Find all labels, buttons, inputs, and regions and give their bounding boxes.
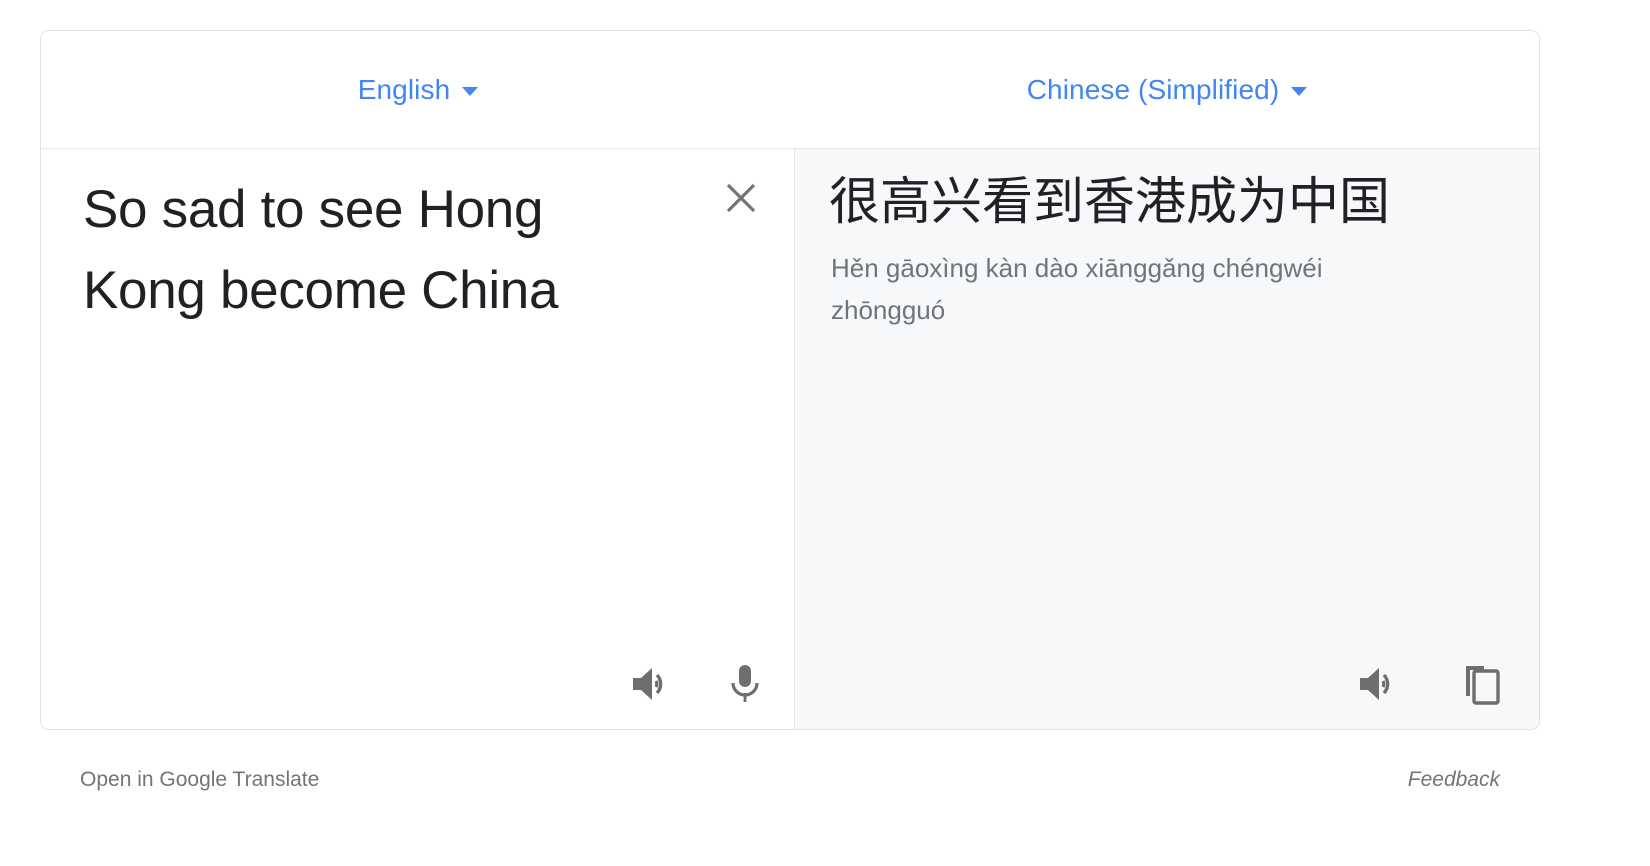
speaker-icon: [633, 668, 663, 700]
microphone-button[interactable]: [722, 661, 768, 707]
target-panel-actions: [1355, 661, 1505, 707]
microphone-icon: [731, 665, 759, 702]
source-language-label: English: [357, 73, 451, 105]
open-in-google-translate-link[interactable]: Open in Google Translate: [80, 767, 319, 793]
source-panel: So sad to see Hong Kong become China: [41, 149, 795, 729]
source-text-input[interactable]: So sad to see Hong Kong become China: [83, 169, 663, 331]
copy-translation-button[interactable]: [1459, 661, 1505, 707]
chevron-down-icon: [462, 87, 479, 96]
translation-panels: So sad to see Hong Kong become China 很高兴…: [41, 149, 1539, 729]
target-language-label: Chinese (Simplified): [1026, 73, 1280, 105]
target-language-select[interactable]: Chinese (Simplified): [1026, 73, 1308, 105]
target-listen-button[interactable]: [1355, 661, 1401, 707]
copy-icon: [1466, 666, 1500, 705]
pronunciation-text: Hěn gāoxìng kàn dào xiānggǎng chéngwéi z…: [831, 253, 1323, 325]
translated-text: 很高兴看到香港成为中国: [829, 173, 1391, 230]
translate-card: English Chinese (Simplified) So sad to s…: [40, 30, 1540, 730]
source-listen-button[interactable]: [628, 661, 674, 707]
source-panel-actions: [628, 661, 768, 707]
translate-widget-page: English Chinese (Simplified) So sad to s…: [0, 0, 1650, 866]
target-language-cell: Chinese (Simplified): [795, 31, 1539, 148]
chevron-down-icon: [1291, 87, 1308, 96]
card-footer: Open in Google Translate Feedback: [40, 760, 1540, 800]
source-language-cell: English: [41, 31, 795, 148]
target-panel: 很高兴看到香港成为中国 Hěn gāoxìng kàn dào xiānggǎn…: [795, 149, 1539, 729]
close-x-icon[interactable]: [720, 177, 762, 219]
source-language-select[interactable]: English: [357, 73, 479, 105]
feedback-link[interactable]: Feedback: [1408, 767, 1500, 793]
speaker-icon: [1360, 668, 1390, 700]
language-bar: English Chinese (Simplified): [41, 31, 1539, 149]
